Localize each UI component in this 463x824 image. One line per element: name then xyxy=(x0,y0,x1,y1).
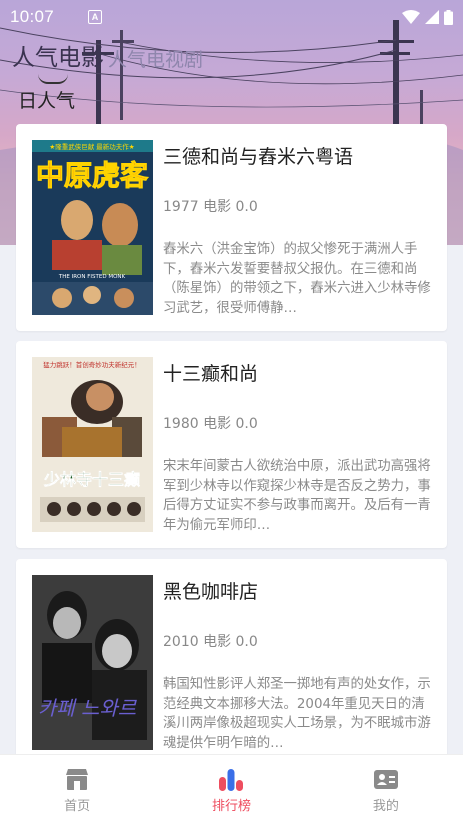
nav-home-label: 首页 xyxy=(64,799,91,814)
movie-meta: 1977 电影 0.0 xyxy=(163,199,258,215)
svg-text:★隆重武侠巨献 最新功夫作★: ★隆重武侠巨献 最新功夫作★ xyxy=(49,142,134,151)
ranking-icon xyxy=(219,769,244,791)
svg-text:中原虎客: 中原虎客 xyxy=(36,159,149,192)
bottom-navigation: 首页 排行榜 我的 xyxy=(0,754,463,824)
svg-text:카페 느와르: 카페 느와르 xyxy=(38,696,138,720)
poster-image: 카페 느와르 xyxy=(32,575,153,750)
nav-profile-label: 我的 xyxy=(372,799,399,814)
battery-icon xyxy=(444,9,453,25)
svg-text:猛力跳跃！首创奇妙功夫新纪元！: 猛力跳跃！首创奇妙功夫新纪元！ xyxy=(43,360,141,369)
tab-popular-tv[interactable]: 人气电视剧 xyxy=(108,45,203,72)
wifi-icon xyxy=(402,10,420,24)
tab-popular-movies[interactable]: 人气电影 xyxy=(12,38,104,72)
nav-ranking-label: 排行榜 xyxy=(211,799,251,814)
profile-card-icon xyxy=(373,770,398,789)
nav-ranking[interactable]: 排行榜 xyxy=(154,755,308,824)
movie-meta: 2010 电影 0.0 xyxy=(163,634,258,650)
movie-description: 韩国知性影评人郑圣一掷地有声的处女作，示范经典文本挪移大法。2004年重见天日的… xyxy=(163,677,431,751)
movie-card[interactable]: 猛力跳跃！首创奇妙功夫新纪元！ 少林寺十三癫 十三癫和尚 1980 电影 0.0… xyxy=(16,341,447,548)
movie-poster: 카페 느와르 xyxy=(32,575,153,750)
category-tabs: 人气电影 人气电视剧 xyxy=(12,38,203,72)
movie-card[interactable]: 카페 느와르 黑色咖啡店 2010 电影 0.0 韩国知性影评人郑圣一掷地有声的… xyxy=(16,559,447,766)
movie-title: 三德和尚与舂米六粤语 xyxy=(163,146,354,168)
movie-description: 宋末年间蒙古人欲统治中原，派出武功高强将军到少林寺以作窥探少林寺是否反之势力，事… xyxy=(163,459,431,533)
svg-text:少林寺十三癫: 少林寺十三癫 xyxy=(43,470,140,489)
svg-text:THE IRON FISTED MONK: THE IRON FISTED MONK xyxy=(58,274,126,280)
nav-home[interactable]: 首页 xyxy=(0,755,154,824)
nav-profile[interactable]: 我的 xyxy=(309,755,463,824)
poster-image: ★隆重武侠巨献 最新功夫作★ 中原虎客 THE IRON FISTED MONK xyxy=(32,140,153,315)
movie-description: 舂米六（洪金宝饰）的叔父惨死于满洲人手下，舂米六发誓要替叔父报仇。在三德和尚（陈… xyxy=(163,242,431,316)
movie-poster: ★隆重武侠巨献 最新功夫作★ 中原虎客 THE IRON FISTED MONK xyxy=(32,140,153,315)
movie-poster: 猛力跳跃！首创奇妙功夫新纪元！ 少林寺十三癫 xyxy=(32,357,153,532)
movie-meta: 1980 电影 0.0 xyxy=(163,416,258,432)
section-title: 日人气 xyxy=(18,90,76,112)
movie-title: 十三癫和尚 xyxy=(163,363,259,385)
poster-image: 猛力跳跃！首创奇妙功夫新纪元！ 少林寺十三癫 xyxy=(32,357,153,532)
status-bar: 10:07 A xyxy=(0,0,463,34)
signal-icon xyxy=(425,10,439,24)
notification-icon: A xyxy=(88,10,103,24)
home-icon xyxy=(66,769,89,790)
status-time: 10:07 xyxy=(10,7,55,26)
movie-title: 黑色咖啡店 xyxy=(163,581,259,603)
movie-card[interactable]: ★隆重武侠巨献 最新功夫作★ 中原虎客 THE IRON FISTED MONK… xyxy=(16,124,447,331)
